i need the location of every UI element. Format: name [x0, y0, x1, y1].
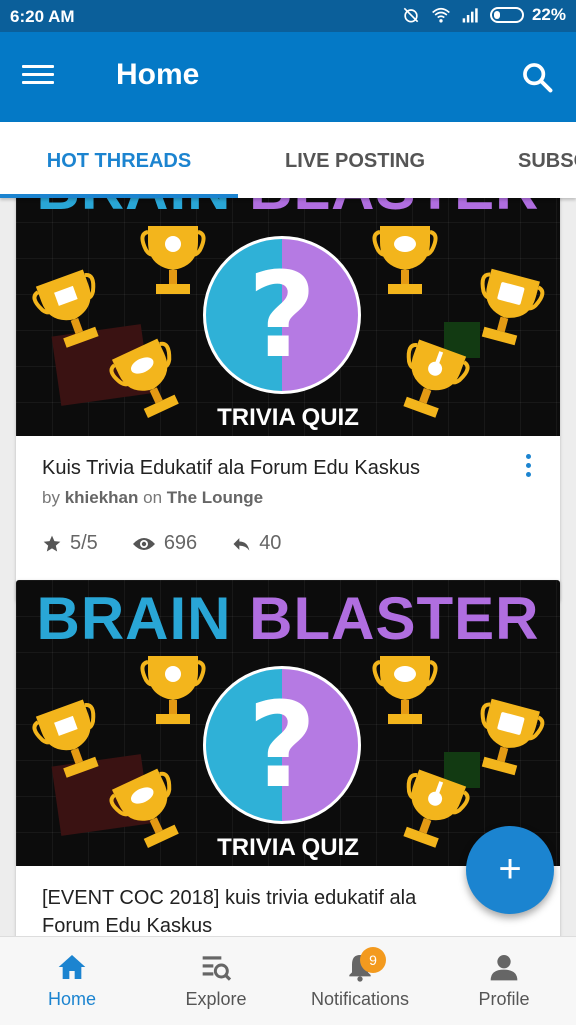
- status-icons: 22%: [400, 5, 566, 25]
- person-icon: [490, 955, 518, 981]
- signal-icon: [462, 8, 478, 23]
- notification-badge: 9: [360, 947, 386, 973]
- replies-stat: 40: [231, 532, 281, 555]
- thread-image[interactable]: BRAIN BLASTER ? TRIVIA QUIZ: [16, 580, 560, 866]
- tab-hot-threads[interactable]: HOT THREADS: [0, 122, 238, 198]
- rating-stat: 5/5: [42, 532, 98, 555]
- explore-icon: [202, 956, 232, 981]
- thread-forum[interactable]: The Lounge: [167, 488, 263, 507]
- thread-stats: 5/5 696 40: [42, 532, 534, 555]
- question-mark-icon: ?: [203, 236, 361, 394]
- nav-label: Notifications: [310, 989, 410, 1009]
- wifi-icon: [432, 7, 450, 23]
- thread-info: Kuis Trivia Edukatif ala Forum Edu Kasku…: [16, 436, 560, 602]
- reply-icon: [233, 537, 250, 551]
- trophy-lightbulb-icon: [140, 226, 206, 294]
- hamburger-menu-icon[interactable]: [22, 60, 62, 94]
- trivia-quiz-label: TRIVIA QUIZ: [217, 404, 359, 431]
- nav-label: Explore: [185, 989, 247, 1009]
- battery-percent: 22%: [531, 5, 566, 24]
- nav-profile[interactable]: Profile: [432, 937, 576, 1025]
- trophy-lightbulb-icon: [140, 656, 206, 724]
- alarm-off-icon: [403, 7, 419, 23]
- thread-title[interactable]: Kuis Trivia Edukatif ala Forum Edu Kasku…: [42, 454, 534, 482]
- thread-card[interactable]: BRAIN BLASTER ? TRIVIA QUIZ Kuis Trivia …: [16, 198, 560, 602]
- bottom-navigation: Home Explore 9 Notifications Profile: [0, 936, 576, 1025]
- question-mark-icon: ?: [203, 666, 361, 824]
- rating-value: 5/5: [70, 532, 98, 554]
- views-stat: 696: [132, 532, 197, 555]
- tab-indicator: [0, 194, 238, 198]
- thread-list[interactable]: BRAIN BLASTER ? TRIVIA QUIZ Kuis Trivia …: [0, 198, 576, 936]
- nav-explore[interactable]: Explore: [144, 937, 288, 1025]
- banner-title: BRAIN BLASTER: [36, 585, 540, 652]
- more-options-icon[interactable]: [526, 454, 534, 481]
- tab-subscribed[interactable]: SUBSC: [472, 122, 576, 198]
- search-icon[interactable]: [520, 60, 554, 94]
- views-value: 696: [163, 532, 198, 554]
- status-bar: 6:20 AM 22%: [0, 0, 576, 32]
- trophy-palette-icon: [372, 226, 438, 294]
- thread-meta: by khiekhan on The Lounge: [42, 488, 264, 507]
- nav-label: Profile: [478, 989, 530, 1009]
- tab-live-posting[interactable]: LIVE POSTING: [238, 122, 472, 198]
- thread-title[interactable]: [EVENT COC 2018] kuis trivia edukatif al…: [42, 884, 534, 936]
- star-icon: [43, 535, 61, 551]
- trophy-palette-icon: [372, 656, 438, 724]
- eye-icon: [132, 537, 155, 550]
- banner-title: BRAIN BLASTER: [16, 198, 560, 223]
- tab-bar: HOT THREADS LIVE POSTING SUBSC: [0, 122, 576, 198]
- nav-notifications[interactable]: 9 Notifications: [288, 937, 432, 1025]
- battery-icon: [489, 7, 524, 23]
- nav-label: Home: [47, 989, 96, 1009]
- status-time: 6:20 AM: [10, 7, 75, 26]
- app-bar: Home: [0, 32, 576, 122]
- page-title: Home: [116, 58, 200, 91]
- thread-author[interactable]: khiekhan: [65, 488, 139, 507]
- nav-home[interactable]: Home: [0, 937, 144, 1025]
- home-icon: [58, 955, 86, 979]
- thread-image[interactable]: BRAIN BLASTER ? TRIVIA QUIZ: [16, 198, 560, 436]
- replies-value: 40: [259, 532, 282, 554]
- new-thread-button[interactable]: +: [466, 826, 554, 914]
